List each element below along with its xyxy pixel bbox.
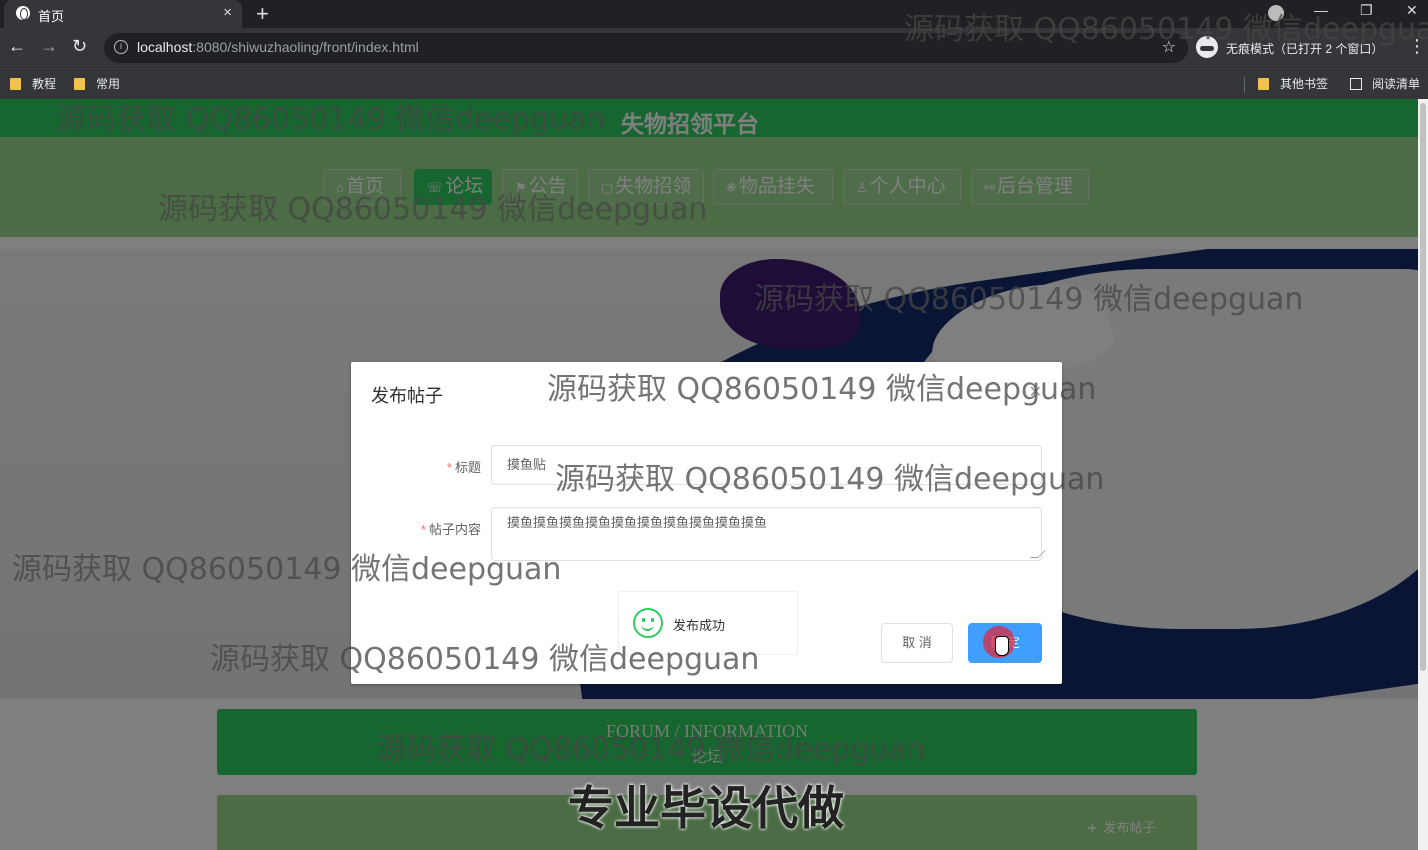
content-label: * 帖子内容	[420, 522, 481, 537]
bookmark-label: 其他书签	[1280, 77, 1329, 91]
bookmark-label: 教程	[32, 77, 57, 91]
tab-close-icon[interactable]: ×	[223, 4, 232, 21]
bookmark-label: 阅读清单	[1372, 77, 1421, 91]
resize-handle-icon[interactable]	[1030, 550, 1046, 558]
folder-icon	[10, 78, 21, 90]
bookmark-folder-tutorial[interactable]: 教程	[10, 75, 56, 92]
dialog-title: 发布帖子	[371, 386, 443, 406]
url-path: :8080/shiwuzhaoling/front/index.html	[192, 39, 419, 55]
title-label: * 标题	[446, 460, 481, 475]
toast-message: 发布成功	[673, 618, 726, 633]
bookmark-folder-other[interactable]: 其他书签	[1258, 75, 1328, 92]
bookmark-folder-common[interactable]: 常用	[74, 75, 120, 92]
content-textarea[interactable]: 摸鱼摸鱼摸鱼摸鱼摸鱼摸鱼摸鱼摸鱼摸鱼摸鱼	[491, 507, 1046, 561]
info-icon[interactable]: i	[114, 40, 128, 54]
watermark: 源码获取 QQ86050149 微信deepguan	[56, 102, 606, 137]
promo-watermark: 专业毕设代做	[568, 781, 844, 835]
url-host: localhost	[137, 39, 193, 55]
reading-list-icon	[1350, 78, 1362, 90]
url-text: localhost:8080/shiwuzhaoling/front/index…	[137, 39, 419, 55]
content-text: 摸鱼摸鱼摸鱼摸鱼摸鱼摸鱼摸鱼摸鱼摸鱼摸鱼	[507, 515, 768, 530]
scrollbar-thumb[interactable]	[1420, 103, 1426, 671]
browser-tab[interactable]: 首页 ×	[4, 0, 242, 28]
watermark: 源码获取 QQ86050149 微信deepguan	[754, 282, 1304, 317]
bookmarks-divider	[1244, 77, 1245, 93]
bookmark-label: 常用	[96, 77, 121, 91]
reading-list[interactable]: 阅读清单	[1350, 75, 1420, 92]
globe-icon	[16, 6, 30, 20]
page-scrollbar[interactable]	[1418, 99, 1428, 850]
new-tab-button[interactable]: +	[256, 1, 269, 27]
reload-icon[interactable]: ↻	[72, 36, 87, 57]
watermark: 源码获取 QQ86050149 微信deepguan	[210, 642, 760, 677]
watermark: 源码获取 QQ86050149 微信deepguan	[547, 372, 1097, 407]
watermark: 源码获取 QQ86050149 微信deepguan	[158, 192, 708, 227]
folder-icon	[1258, 78, 1269, 90]
cancel-button[interactable]: 取 消	[881, 623, 953, 663]
hand-cursor-icon	[995, 636, 1009, 656]
watermark: 源码获取 QQ86050149 微信deepguan	[376, 732, 926, 767]
watermark: 源码获取 QQ86050149 微信deepguan	[904, 12, 1428, 47]
watermark: 源码获取 QQ86050149 微信deepguan	[12, 552, 562, 587]
tab-title: 首页	[38, 9, 65, 24]
folder-icon	[74, 78, 85, 90]
back-icon[interactable]: ←	[8, 36, 26, 57]
forward-icon[interactable]: →	[40, 36, 58, 57]
watermark: 源码获取 QQ86050149 微信deepguan	[555, 462, 1105, 497]
